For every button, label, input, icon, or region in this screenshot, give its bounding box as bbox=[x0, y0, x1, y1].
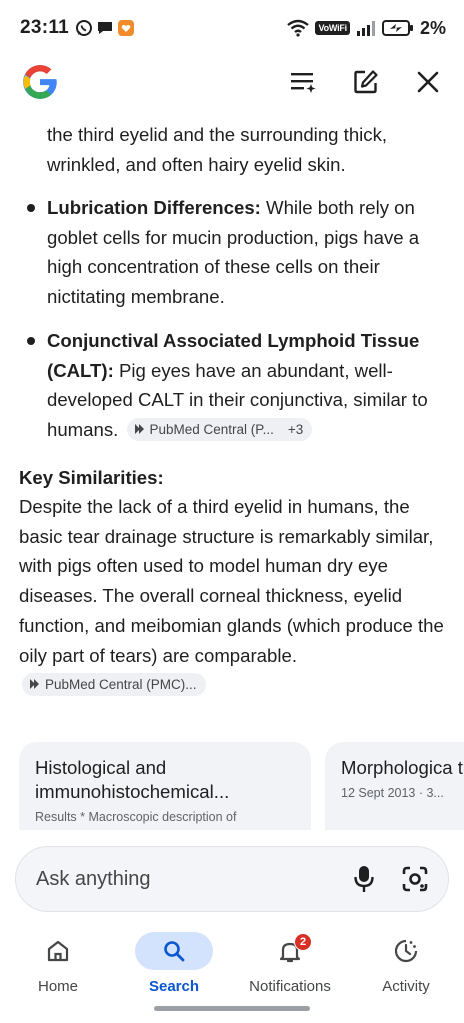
source-icon bbox=[30, 679, 39, 690]
source-card-snippet: 12 Sept 2013 · 3... bbox=[341, 786, 444, 800]
ask-bar bbox=[15, 846, 449, 912]
bullet-dot bbox=[27, 204, 35, 212]
source-card-title: Histological and immunohistochemical... bbox=[35, 757, 230, 802]
ask-bar-actions bbox=[354, 865, 428, 893]
vowifi-badge: VoWiFi bbox=[315, 21, 350, 35]
nav-label: Home bbox=[37, 978, 78, 995]
nav-item-activity[interactable]: Activity bbox=[348, 926, 464, 1006]
notification-badge: 2 bbox=[294, 933, 312, 951]
battery-charging-icon bbox=[381, 20, 413, 36]
source-card-snippet: Results * Macroscopic description of bbox=[35, 810, 237, 824]
activity-icon bbox=[394, 939, 418, 963]
status-time: 23:11 bbox=[20, 17, 70, 38]
bullet-title: Lubrication Differences: bbox=[47, 197, 261, 218]
bullet-item-calt: Conjunctival Associated Lymphoid Tissue … bbox=[47, 326, 447, 445]
nav-label: Notifications bbox=[249, 978, 331, 995]
nav-item-search[interactable]: Search bbox=[116, 926, 232, 1006]
system-status-icons: VoWiFi 2% bbox=[287, 18, 446, 39]
source-card[interactable]: Morphologica the Porcine La 12 Sept 2013… bbox=[325, 742, 464, 830]
source-card-title: Morphologica the Porcine La bbox=[341, 757, 464, 778]
header-actions bbox=[288, 66, 444, 98]
microphone-icon[interactable] bbox=[354, 865, 374, 893]
ask-input[interactable] bbox=[36, 867, 354, 891]
wifi-icon bbox=[287, 19, 310, 37]
section-text: Despite the lack of a third eyelid in hu… bbox=[19, 496, 444, 666]
partial-paragraph: the third eyelid and the surrounding thi… bbox=[47, 124, 388, 175]
nav-item-home[interactable]: Home bbox=[0, 926, 116, 1006]
source-chip[interactable]: PubMed Central (P... +3 bbox=[126, 417, 313, 441]
nav-item-notifications[interactable]: 2 Notifications bbox=[232, 926, 348, 1006]
source-icon bbox=[134, 424, 144, 435]
close-button[interactable] bbox=[412, 66, 444, 98]
filter-sparkle-icon bbox=[291, 73, 316, 93]
source-chip-label: PubMed Central (P... bbox=[149, 421, 274, 437]
source-chip-label: PubMed Central (PMC)... bbox=[45, 676, 197, 692]
bullet-item-lubrication: Lubrication Differences: While both rely… bbox=[47, 193, 447, 312]
filter-sparkle-button[interactable] bbox=[288, 66, 320, 98]
edit-button[interactable] bbox=[350, 66, 382, 98]
status-bar: 23:11 VoWiFi 2% bbox=[0, 0, 464, 56]
nav-icon-container bbox=[135, 932, 213, 970]
search-icon bbox=[164, 941, 185, 962]
home-icon bbox=[47, 940, 69, 962]
source-cards-carousel: Histological and immunohistochemical... … bbox=[19, 742, 464, 830]
nav-label: Search bbox=[148, 978, 200, 995]
app-notification-icon bbox=[118, 20, 135, 36]
nav-icon-container: 2 bbox=[251, 932, 329, 970]
notification-icons bbox=[75, 19, 135, 37]
nav-icon-container bbox=[367, 932, 445, 970]
bullet-dot bbox=[27, 337, 35, 345]
section-title: Key Similarities: bbox=[19, 467, 164, 488]
source-card[interactable]: Histological and immunohistochemical... … bbox=[19, 742, 311, 830]
chat-bubble-icon bbox=[98, 22, 113, 34]
app-header bbox=[0, 56, 464, 108]
close-icon bbox=[417, 71, 439, 93]
source-chip[interactable]: PubMed Central (PMC)... bbox=[22, 672, 206, 696]
battery-percent: 2% bbox=[419, 17, 446, 38]
google-g-logo[interactable] bbox=[20, 62, 60, 102]
bottom-navigation: Home Search 2 Notifications Activity bbox=[0, 926, 464, 1006]
section-paragraph: Despite the lack of a third eyelid in hu… bbox=[19, 492, 449, 700]
nav-icon-container bbox=[19, 932, 97, 970]
edit-icon bbox=[354, 70, 378, 94]
signal-icon bbox=[356, 21, 375, 36]
home-indicator[interactable] bbox=[154, 1006, 310, 1011]
source-chip-more: +3 bbox=[287, 421, 304, 437]
lens-camera-icon[interactable] bbox=[402, 866, 428, 892]
ai-response-content: the third eyelid and the surrounding thi… bbox=[0, 110, 464, 830]
whatsapp-icon bbox=[76, 20, 93, 36]
nav-label: Activity bbox=[382, 978, 430, 995]
